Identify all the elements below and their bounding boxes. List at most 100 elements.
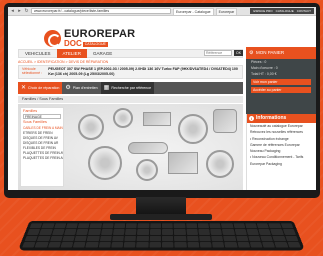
keyboard-key [260,235,274,241]
keyboard-key [76,229,89,235]
breadcrumb[interactable]: ACCUEIL > IDENTIFICATION > DEVIS DE RÉPA… [18,60,108,64]
subfamily-item[interactable]: DISQUES DE FREIN AR [21,140,63,145]
keyboard-key [113,223,126,229]
shock-image [128,142,168,154]
keyboard-key [246,229,260,235]
keyboard-key [124,235,137,241]
keyboard-key [280,223,294,229]
pad-image [143,112,171,126]
browser-tab-1[interactable]: Eurorepar - Catalogue [173,7,214,15]
repair-choice-button[interactable]: ✕ Choix de réparation [18,82,63,94]
keyboard-key [111,241,124,248]
clutch-image [178,114,208,144]
keyboard-key [63,229,77,235]
monitor-screen: ◂ ▸ ↻ www.eurorepar.fr/...catalogue/piec… [8,7,316,190]
keyboard-key [137,235,149,241]
keyboard-key [98,241,111,248]
keyboard-key [137,229,149,235]
keyboard-key [77,223,90,229]
menu-garage[interactable]: GARAGE [87,49,118,58]
keyboard-key [60,241,74,248]
families-panel: Familles FREINAGE Sous Familles CABLES D… [20,107,64,187]
search-go-button[interactable]: OK [234,50,243,56]
keyboard-key [186,229,198,235]
keyboard-key [161,223,174,229]
keyboard-key [221,223,234,229]
keyboard-key [53,223,67,229]
keyboard-key [39,229,53,235]
keyboard-key [233,223,246,229]
keyboard-key [85,241,99,248]
keyboard-key [284,235,299,241]
keyboard-key [237,241,251,248]
subfamily-item[interactable]: DISQUES DE FREIN AV [21,135,63,140]
keyboard-key [161,235,174,241]
keyboard-key [274,241,289,248]
vehicle-info: Véhicule sélectionné : PEUGEOT 307 SW PH… [18,65,243,79]
keyboard-key [74,235,88,241]
menu-atelier[interactable]: ATELIER [56,49,87,58]
filter-image [213,109,237,133]
keyboard-key [51,229,65,235]
keyboard-key [161,241,174,248]
keyboard-key [49,235,63,241]
top-link-contact[interactable]: CONTACT [297,8,311,14]
keyboard-key [88,229,101,235]
bearing-image [113,108,133,128]
subfamily-item[interactable]: PLAQUETTES DE FREIN AV [21,150,63,155]
refresh-icon[interactable]: ↻ [24,8,29,14]
keyboard-key [272,235,286,241]
keyboard-key [197,223,210,229]
keyboard-key [22,241,36,248]
keyboard-key [149,241,161,248]
keyboard-key [248,235,261,241]
access-cart-button[interactable]: Accéder au panier [251,87,311,93]
maintenance-plan-button[interactable]: ⚙ Plan d'entretien [62,82,100,94]
logo-doc: DOC [64,39,82,48]
forward-icon[interactable]: ▸ [17,8,22,14]
keyboard-key [123,241,136,248]
keyboard-key [137,223,150,229]
keyboard-key [186,235,199,241]
keyboard-key [287,241,301,248]
browser-toolbar: ◂ ▸ ↻ www.eurorepar.fr/...catalogue/piec… [8,7,316,16]
back-icon[interactable]: ◂ [10,8,15,14]
keyboard-key [224,241,238,248]
brake-disc-image [78,114,104,140]
keyboard-key [41,223,55,229]
keyboard-key [101,223,114,229]
keyboard-key [112,235,125,241]
cart-icon: ⚙ [249,50,254,56]
subfamily-item[interactable]: PLAQUETTES DE FREIN AR [21,155,63,160]
site-header: EUROREPAR DOC CATALOGUE [8,16,316,48]
menu-vehicules[interactable]: VEHICULES [19,49,57,58]
keyboard-key [125,229,137,235]
keyboard-key [256,223,270,229]
keyboard-key [198,229,211,235]
keyboard-key [37,235,51,241]
address-bar[interactable]: www.eurorepar.fr/...catalogue/piece/list… [31,8,171,14]
reference-search-button[interactable]: ▦ Recherche par référence [100,82,155,94]
subfamily-item[interactable]: CABLES DE FREIN A MAIN [21,125,63,130]
keyboard-key [174,229,186,235]
keyboard-key [89,223,102,229]
keyboard-key [24,235,39,241]
keyboard-key [199,241,212,248]
keyboard-key [222,229,235,235]
view-cart-button[interactable]: Voir mon panier [251,79,311,85]
keyboard-key [149,235,161,241]
cart-row: Total HT : 0,00 € [251,72,277,76]
keyboard-key [282,229,296,235]
keyboard-key [244,223,258,229]
keyboard-key [212,241,225,248]
top-link-pro[interactable]: ESPACE PRO [253,8,272,14]
search-input[interactable]: Référence [204,50,232,56]
top-link-catalogue[interactable]: CATALOGUE [276,8,294,14]
logo-mark-icon [44,30,61,47]
browser-tab-2[interactable]: Eurorepar [215,7,238,15]
keyboard-key [72,241,86,248]
keyboard-key [99,235,112,241]
keyboard-key [268,223,282,229]
vehicle-value: PEUGEOT 307 SW PHASE 1 (EP.2002-03 / 200… [48,67,238,76]
eurorepar-logo[interactable]: EUROREPAR DOC CATALOGUE [44,29,135,48]
